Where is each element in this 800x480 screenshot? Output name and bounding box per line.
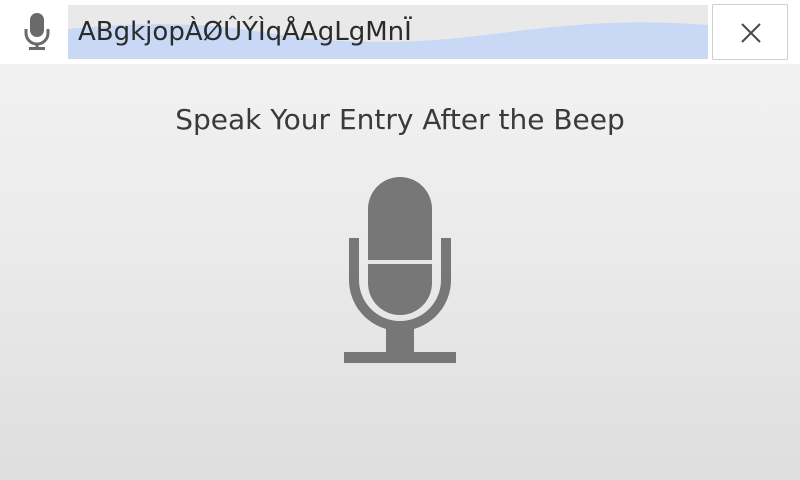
close-button[interactable] — [712, 4, 788, 60]
recognized-text-field[interactable]: ABgkjopÀØÛÝÌqÅAgLgMnÏ — [68, 5, 708, 59]
speak-prompt: Speak Your Entry After the Beep — [175, 103, 625, 136]
voice-entry-bar: ABgkjopÀØÛÝÌqÅAgLgMnÏ — [0, 0, 800, 64]
microphone-icon[interactable] — [24, 13, 50, 51]
recognized-text: ABgkjopÀØÛÝÌqÅAgLgMnÏ — [78, 17, 412, 47]
close-icon — [741, 23, 761, 43]
microphone-icon[interactable] — [340, 175, 460, 367]
